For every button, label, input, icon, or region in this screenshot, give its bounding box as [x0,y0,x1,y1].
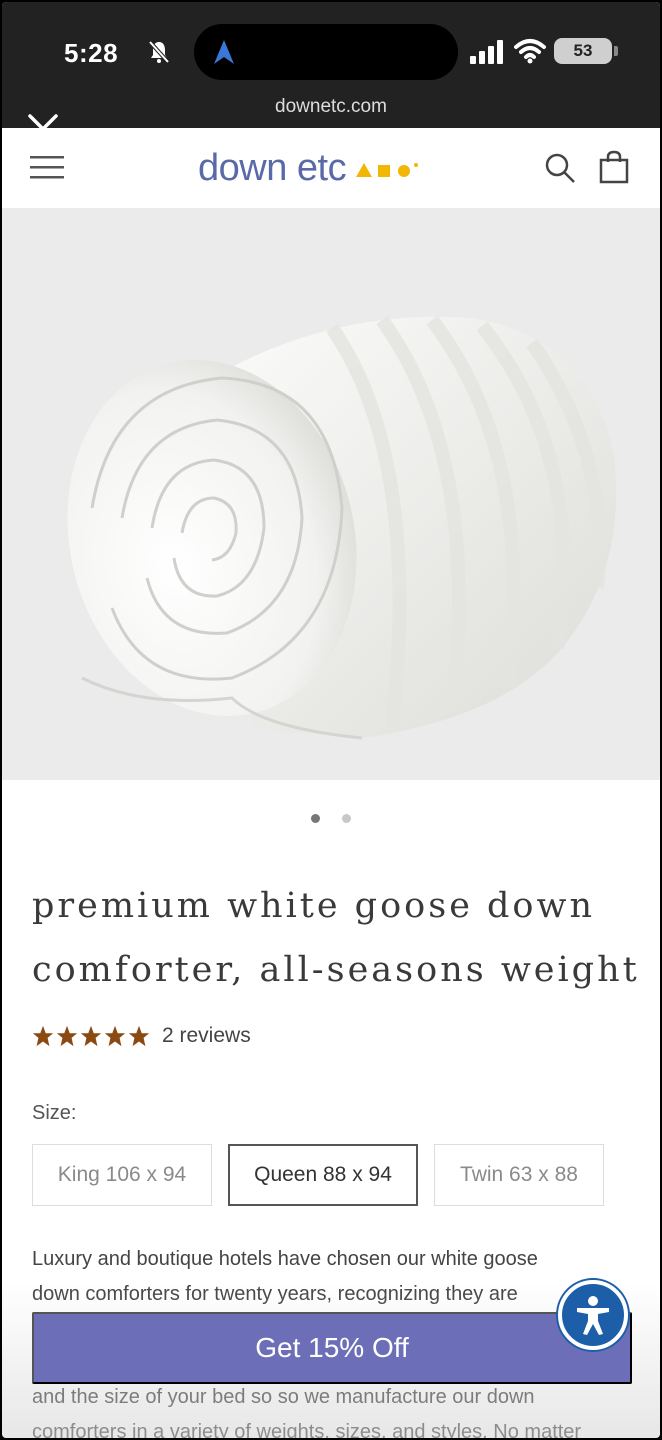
size-option-queen[interactable]: Queen 88 x 94 [228,1144,418,1206]
cellular-signal-icon [470,40,503,64]
browser-url-bar[interactable]: downetc.com [2,90,660,128]
logo-shapes-icon [356,163,419,177]
star-icon [80,1025,102,1047]
product-rating[interactable]: 2 reviews [32,1024,251,1048]
status-bar: 5:28 53 [2,2,660,90]
close-icon[interactable] [26,112,60,146]
star-icon [32,1025,54,1047]
size-option-twin[interactable]: Twin 63 x 88 [434,1144,604,1206]
battery-indicator: 53 [554,38,612,64]
product-description-continued: and the size of your bed so so we manufa… [32,1380,636,1438]
navigation-arrow-icon [214,40,234,64]
size-options: King 106 x 94 Queen 88 x 94 Twin 63 x 88 [32,1144,632,1206]
description-line-2: down comforters for twenty years, recogn… [32,1283,518,1305]
product-description: Luxury and boutique hotels have chosen o… [32,1242,636,1312]
rolled-comforter-illustration [67,315,617,740]
wifi-icon [514,39,546,64]
gallery-pagination[interactable] [2,814,660,828]
brand-logo[interactable]: down etc [198,146,424,190]
star-icon [104,1025,126,1047]
menu-icon[interactable] [30,154,64,180]
url-text[interactable]: downetc.com [2,96,660,118]
size-option-king[interactable]: King 106 x 94 [32,1144,212,1206]
shopping-bag-icon[interactable] [598,150,630,184]
description-line-4: comforters in a variety of weights, size… [32,1421,582,1438]
product-image[interactable] [2,208,660,780]
star-icon [128,1025,150,1047]
gallery-dot-2[interactable] [342,814,351,823]
star-icon [56,1025,78,1047]
silent-bell-icon [148,40,170,64]
gallery-dot-1[interactable] [311,814,320,823]
description-line-1: Luxury and boutique hotels have chosen o… [32,1248,538,1270]
product-title-line-1: premium white goose down [32,886,596,926]
size-label: Size: [32,1102,77,1124]
description-line-3: and the size of your bed so so we manufa… [32,1386,535,1408]
search-icon[interactable] [544,152,576,184]
product-title-line-2: comforter, all-seasons weight [32,950,640,990]
product-title: premium white goose down comforter, all-… [32,874,642,1002]
accessibility-button[interactable] [558,1280,628,1350]
logo-text: down etc [198,146,347,189]
phone-screen: 5:28 53 downetc.com down etc premium whi… [2,2,660,1438]
rating-stars [32,1025,150,1047]
discount-button[interactable]: Get 15% Off [32,1312,632,1384]
dynamic-island [194,24,458,80]
reviews-link[interactable]: 2 reviews [162,1024,251,1048]
accessibility-icon [577,1296,609,1335]
battery-tip [614,46,618,56]
status-time: 5:28 [64,38,119,68]
site-header: down etc [2,128,660,208]
